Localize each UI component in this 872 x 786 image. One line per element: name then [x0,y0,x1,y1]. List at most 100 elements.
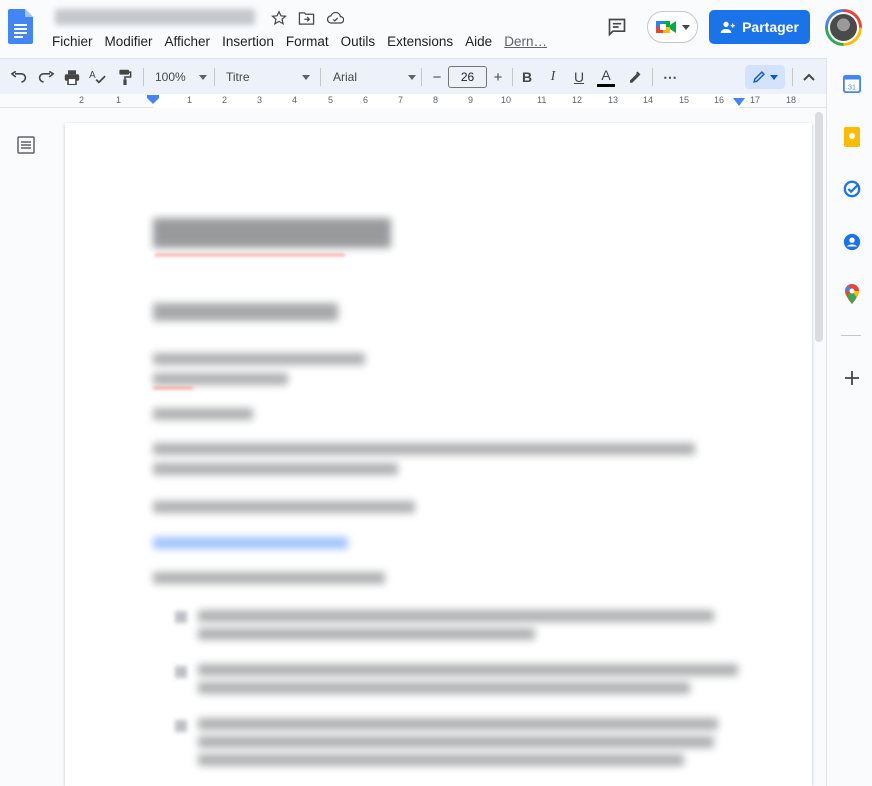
calendar-icon[interactable]: 31 [842,74,862,94]
meet-icon [655,21,676,33]
share-button[interactable]: Partager [709,10,810,44]
paragraph-style-select[interactable]: Titre [226,67,310,87]
ruler-number: 16 [714,95,725,105]
menu-insertion[interactable]: Insertion [216,33,280,53]
menu-extensions[interactable]: Extensions [381,33,459,53]
contacts-icon[interactable] [842,232,862,252]
text-color-button[interactable]: A [596,66,616,88]
chevron-down-icon [770,74,778,80]
paragraph-redacted [153,408,253,420]
undo-icon[interactable] [9,66,29,88]
font-select[interactable]: Arial [333,67,416,87]
spellcheck-icon[interactable]: A [88,66,108,88]
collapse-menus-icon[interactable] [800,66,818,88]
comment-icon[interactable] [604,14,630,40]
move-folder-icon[interactable] [295,7,317,29]
maps-icon[interactable] [842,284,862,304]
ruler-number: 9 [468,95,474,105]
side-panel-divider [841,335,861,336]
bullet-marker [175,720,187,732]
more-options-button[interactable]: ⋯ [660,66,680,88]
spell-underline [155,254,345,256]
text-color-glyph: A [601,66,611,83]
ruler-number: 1 [187,95,193,105]
scrollbar[interactable] [815,112,823,342]
highlight-icon[interactable] [624,66,644,88]
document-page[interactable] [65,123,812,786]
list-item-redacted [198,718,718,730]
bold-button[interactable]: B [518,66,536,88]
menu-modifier[interactable]: Modifier [99,33,159,53]
text-color-swatch [597,83,615,87]
toolbar-divider [652,68,653,86]
document-heading-redacted [153,218,391,248]
ruler-number: 4 [292,95,298,105]
paragraph-redacted [153,501,415,513]
paragraph-redacted [153,443,695,455]
document-outline-icon[interactable] [16,135,36,155]
bullet-marker [175,666,187,678]
menu-fichier[interactable]: Fichier [46,33,99,53]
document-title-redacted[interactable] [55,9,255,25]
google-docs-window: Fichier Modifier Afficher Insertion Form… [0,0,872,786]
ruler-number: 2 [222,95,228,105]
font-value: Arial [333,70,358,84]
keep-icon[interactable] [842,127,862,147]
ruler-number: 15 [679,95,690,105]
account-avatar[interactable] [825,9,862,46]
list-item-redacted [198,754,684,766]
editing-mode-button[interactable] [745,65,785,89]
chevron-down-icon [408,74,416,80]
bullet-marker [175,611,187,623]
paragraph-redacted [153,373,288,385]
menu-format[interactable]: Format [280,33,335,53]
ruler-number: 6 [363,95,369,105]
paragraph-redacted [153,353,365,365]
cloud-status-icon[interactable] [324,7,346,29]
add-icon[interactable] [842,368,862,388]
menu-afficher[interactable]: Afficher [159,33,217,53]
ruler-number: 3 [257,95,263,105]
zoom-select[interactable]: 100% [155,67,207,87]
chevron-down-icon [302,74,310,80]
toolbar-divider [421,68,422,86]
increase-font-size-button[interactable]: + [488,66,508,88]
right-indent-marker-icon[interactable] [733,98,745,106]
list-item-redacted [198,736,714,748]
ruler-number: 17 [750,95,761,105]
docs-logo-icon[interactable] [8,9,33,44]
ruler[interactable]: 2 1 1 2 3 4 5 6 7 8 9 10 11 12 13 14 15 … [0,94,826,108]
menu-aide[interactable]: Aide [459,33,498,53]
link-redacted[interactable] [153,537,348,549]
share-label: Partager [742,19,799,35]
paint-format-icon[interactable] [115,66,135,88]
font-size-input[interactable]: 26 [448,66,487,88]
tasks-icon[interactable] [842,179,862,199]
menu-bar: Fichier Modifier Afficher Insertion Form… [46,33,553,53]
toolbar-divider [512,68,513,86]
pencil-icon [753,71,765,83]
underline-button[interactable]: U [570,66,588,88]
star-icon[interactable] [268,7,290,29]
chevron-down-icon [681,24,690,30]
italic-button[interactable]: I [544,66,562,88]
ruler-number: 2 [79,95,85,105]
toolbar-divider [143,68,144,86]
last-edit-link[interactable]: Dern… [498,33,553,53]
ruler-number: 1 [116,95,122,105]
ruler-number: 10 [501,95,512,105]
toolbar-divider [792,68,793,86]
menu-outils[interactable]: Outils [335,33,382,53]
print-icon[interactable] [62,66,82,88]
decrease-font-size-button[interactable]: − [427,66,447,88]
redo-icon[interactable] [36,66,56,88]
left-indent-marker-icon[interactable] [147,95,159,105]
toolbar: A 100% Titre Arial − 26 + B I U A ⋯ [0,58,826,94]
list-item-redacted [198,628,535,640]
ruler-number: 12 [572,95,583,105]
toolbar-divider [320,68,321,86]
side-panel: 31 [826,58,872,786]
meet-button[interactable] [647,11,698,43]
ruler-number: 7 [398,95,404,105]
ruler-number: 8 [433,95,439,105]
